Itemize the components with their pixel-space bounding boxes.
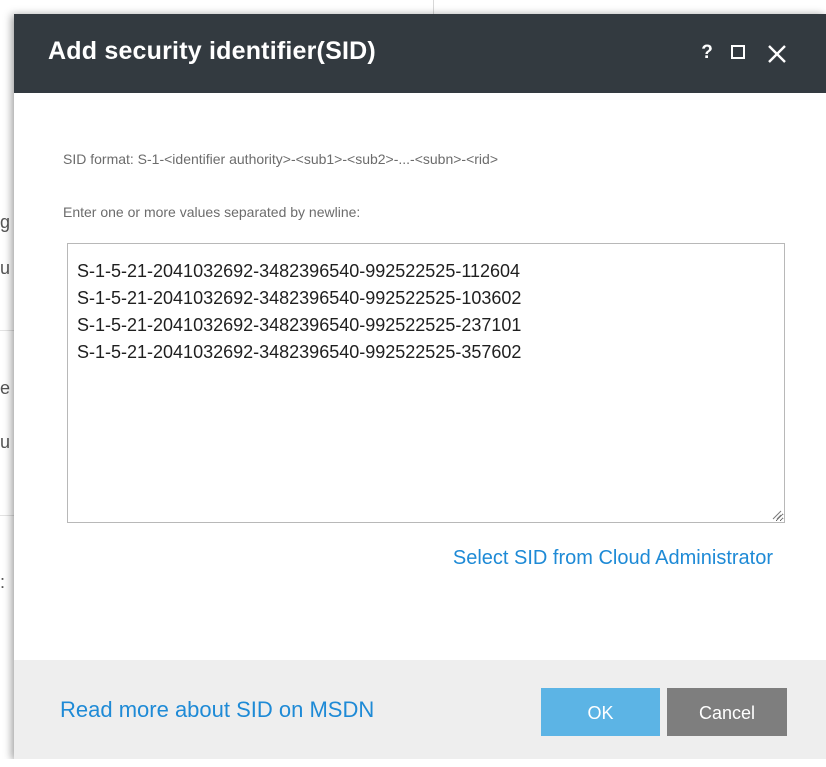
background-text-fragment: u	[0, 432, 11, 452]
help-button[interactable]: ?	[697, 38, 717, 68]
cancel-button[interactable]: Cancel	[667, 688, 787, 736]
dialog-titlebar: Add security identifier(SID) ?	[14, 14, 826, 93]
close-icon	[768, 45, 786, 63]
add-sid-dialog: Add security identifier(SID) ? SID forma…	[14, 14, 826, 759]
background-page-edge: g u e u :	[0, 0, 14, 767]
background-text-fragment: u	[0, 258, 11, 278]
screen: g u e u : Add security identifier(SID) ?…	[0, 0, 826, 767]
maximize-icon	[731, 45, 745, 59]
sid-format-hint: SID format: S-1-<identifier authority>-<…	[63, 151, 499, 167]
select-sid-from-cloud-admin-link[interactable]: Select SID from Cloud Administrator	[453, 547, 773, 570]
read-more-msdn-link[interactable]: Read more about SID on MSDN	[60, 697, 374, 723]
sid-input-label: Enter one or more values separated by ne…	[63, 204, 361, 220]
sid-values-input[interactable]	[67, 243, 785, 523]
dialog-footer: Read more about SID on MSDN OK Cancel	[14, 660, 826, 759]
background-text-fragment: g	[0, 212, 11, 232]
ok-button[interactable]: OK	[541, 688, 660, 736]
background-row-divider	[0, 515, 14, 516]
background-text-fragment: :	[0, 572, 6, 592]
dialog-title: Add security identifier(SID)	[48, 37, 376, 65]
background-row-divider	[0, 330, 14, 331]
close-button[interactable]	[763, 38, 791, 68]
resize-grip-icon[interactable]	[772, 510, 782, 520]
background-bottom-strip	[0, 759, 826, 767]
background-divider	[433, 0, 434, 14]
maximize-button[interactable]	[727, 38, 753, 68]
background-text-fragment: e	[0, 378, 11, 398]
